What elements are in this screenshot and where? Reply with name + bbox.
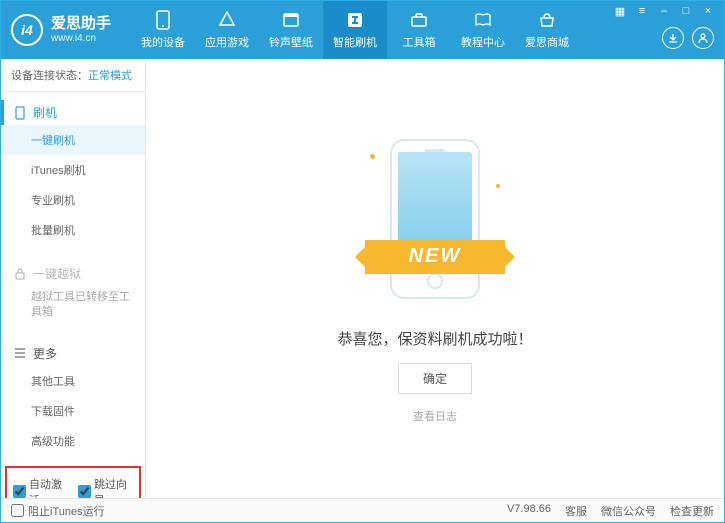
music-icon [281, 10, 301, 30]
sidebar-item-advanced[interactable]: 高级功能 [1, 426, 145, 456]
check-update-link[interactable]: 检查更新 [670, 503, 714, 519]
phone-icon [153, 10, 173, 30]
confirm-button[interactable]: 确定 [398, 363, 472, 394]
nav-tutorials[interactable]: 教程中心 [451, 1, 515, 59]
nav-shop[interactable]: 爱思商城 [515, 1, 579, 59]
lock-icon [13, 268, 27, 280]
sidebar-item-download-firmware[interactable]: 下载固件 [1, 396, 145, 426]
sidebar-item-batch-flash[interactable]: 批量刷机 [1, 215, 145, 245]
sidebar-section-more[interactable]: 更多 [1, 341, 145, 366]
success-message: 恭喜您，保资料刷机成功啦！ [337, 328, 532, 349]
phone-illustration: NEW [365, 134, 505, 314]
user-icon[interactable] [692, 27, 714, 49]
logo-area: i4 爱思助手 www.i4.cn [11, 14, 131, 46]
settings-button[interactable]: ≡ [636, 5, 648, 18]
nav-smart-flash[interactable]: 智能刷机 [323, 1, 387, 59]
footer: 阻止iTunes运行 V7.98.66 客服 微信公众号 检查更新 [1, 498, 724, 522]
shop-icon [537, 10, 557, 30]
flash-icon [345, 10, 365, 30]
app-url: www.i4.cn [51, 33, 111, 45]
view-log-link[interactable]: 查看日志 [413, 408, 457, 424]
jailbreak-note: 越狱工具已转移至工具箱 [1, 286, 145, 325]
app-header: i4 爱思助手 www.i4.cn 我的设备 应用游戏 铃声壁纸 智能刷机 工具… [1, 1, 724, 59]
sidebar-item-other-tools[interactable]: 其他工具 [1, 366, 145, 396]
download-icon[interactable] [662, 27, 684, 49]
customer-service-link[interactable]: 客服 [565, 503, 587, 519]
app-name: 爱思助手 [51, 15, 111, 33]
sidebar: 设备连接状态：正常模式 刷机 一键刷机 iTunes刷机 专业刷机 批量刷机 一… [1, 59, 146, 498]
wechat-link[interactable]: 微信公众号 [601, 503, 656, 519]
connection-status: 设备连接状态：正常模式 [1, 59, 145, 92]
version-label: V7.98.66 [507, 503, 551, 519]
sidebar-item-oneclick-flash[interactable]: 一键刷机 [1, 125, 145, 155]
more-icon [13, 348, 27, 358]
sidebar-section-jailbreak: 一键越狱 [1, 261, 145, 286]
logo-icon: i4 [11, 14, 43, 46]
checkbox-block-itunes[interactable]: 阻止iTunes运行 [11, 503, 105, 519]
nav-toolbox[interactable]: 工具箱 [387, 1, 451, 59]
sidebar-item-pro-flash[interactable]: 专业刷机 [1, 185, 145, 215]
sidebar-item-itunes-flash[interactable]: iTunes刷机 [1, 155, 145, 185]
minimize-button[interactable]: – [658, 5, 670, 18]
book-icon [473, 10, 493, 30]
window-controls: ▦ ≡ – □ × [614, 5, 714, 18]
maximize-button[interactable]: □ [680, 5, 692, 18]
menu-button[interactable]: ▦ [614, 5, 626, 18]
checkbox-skip-setup[interactable]: 跳过向导 [78, 476, 133, 498]
sidebar-section-flash[interactable]: 刷机 [1, 100, 145, 125]
phone-icon [13, 106, 27, 120]
checkbox-auto-activate[interactable]: 自动激活 [13, 476, 68, 498]
toolbox-icon [409, 10, 429, 30]
new-banner: NEW [365, 240, 505, 274]
flash-options: 自动激活 跳过向导 [5, 466, 141, 498]
main-nav: 我的设备 应用游戏 铃声壁纸 智能刷机 工具箱 教程中心 爱思商城 [131, 1, 579, 59]
close-button[interactable]: × [702, 5, 714, 18]
nav-my-device[interactable]: 我的设备 [131, 1, 195, 59]
nav-apps-games[interactable]: 应用游戏 [195, 1, 259, 59]
nav-ringtone-wallpaper[interactable]: 铃声壁纸 [259, 1, 323, 59]
apps-icon [217, 10, 237, 30]
main-content: NEW 恭喜您，保资料刷机成功啦！ 确定 查看日志 [146, 59, 724, 498]
